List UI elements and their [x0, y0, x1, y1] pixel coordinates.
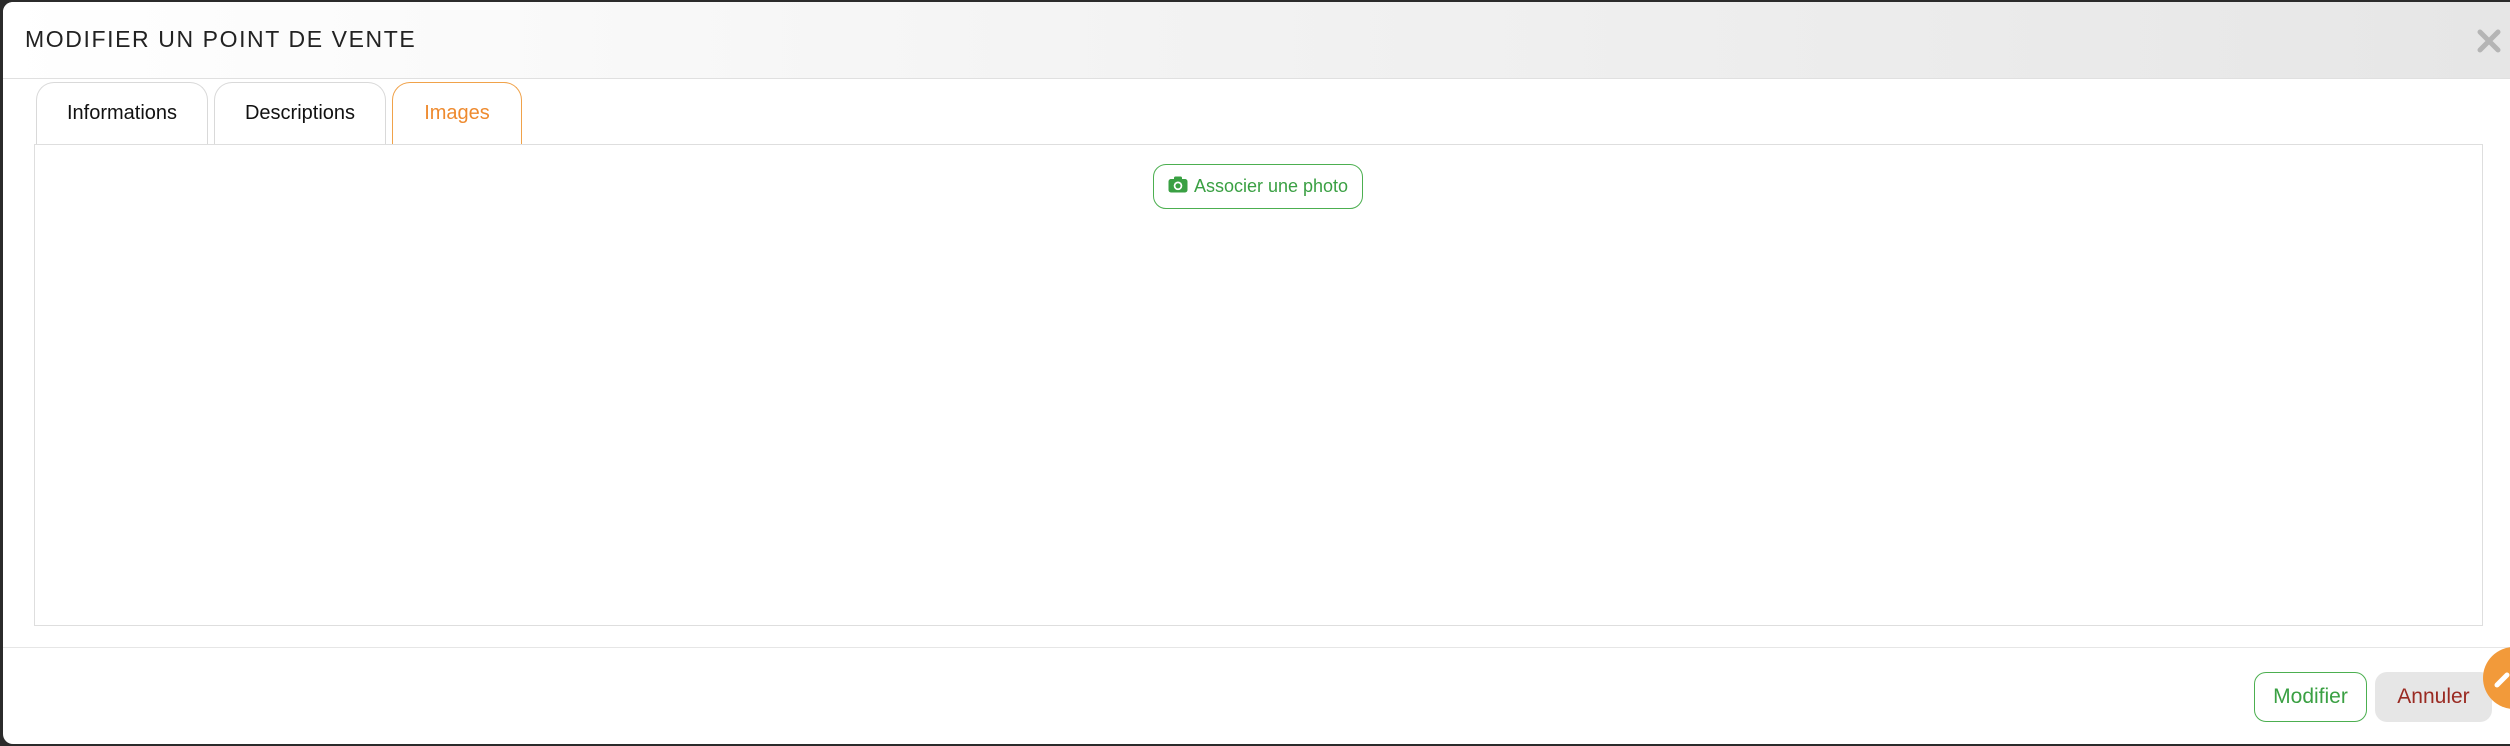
- modify-button[interactable]: Modifier: [2254, 672, 2367, 722]
- pencil-icon: [2483, 672, 2510, 713]
- tab-descriptions[interactable]: Descriptions: [214, 82, 386, 144]
- footer-divider: [3, 647, 2510, 648]
- tab-images[interactable]: Images: [392, 82, 522, 144]
- tab-descriptions-label: Descriptions: [244, 102, 356, 124]
- cancel-button-label: Annuler: [2397, 685, 2470, 708]
- modify-button-label: Modifier: [2273, 685, 2348, 708]
- tab-informations-label: Informations: [66, 102, 178, 124]
- floating-edit-button[interactable]: [2483, 647, 2510, 709]
- associate-photo-button[interactable]: Associer une photo: [1153, 164, 1363, 209]
- camera-icon: [1168, 176, 1188, 198]
- images-tab-panel: Associer une photo: [34, 144, 2483, 626]
- tab-informations[interactable]: Informations: [36, 82, 208, 144]
- edit-point-of-sale-modal: MODIFIER UN POINT DE VENTE Informations …: [3, 2, 2510, 744]
- modal-title: MODIFIER UN POINT DE VENTE: [25, 26, 417, 52]
- associate-photo-label: Associer une photo: [1193, 176, 1349, 196]
- cancel-button[interactable]: Annuler: [2375, 672, 2492, 722]
- modal-header: MODIFIER UN POINT DE VENTE: [3, 2, 2510, 79]
- tab-images-label: Images: [424, 102, 490, 124]
- close-icon[interactable]: [2470, 22, 2510, 62]
